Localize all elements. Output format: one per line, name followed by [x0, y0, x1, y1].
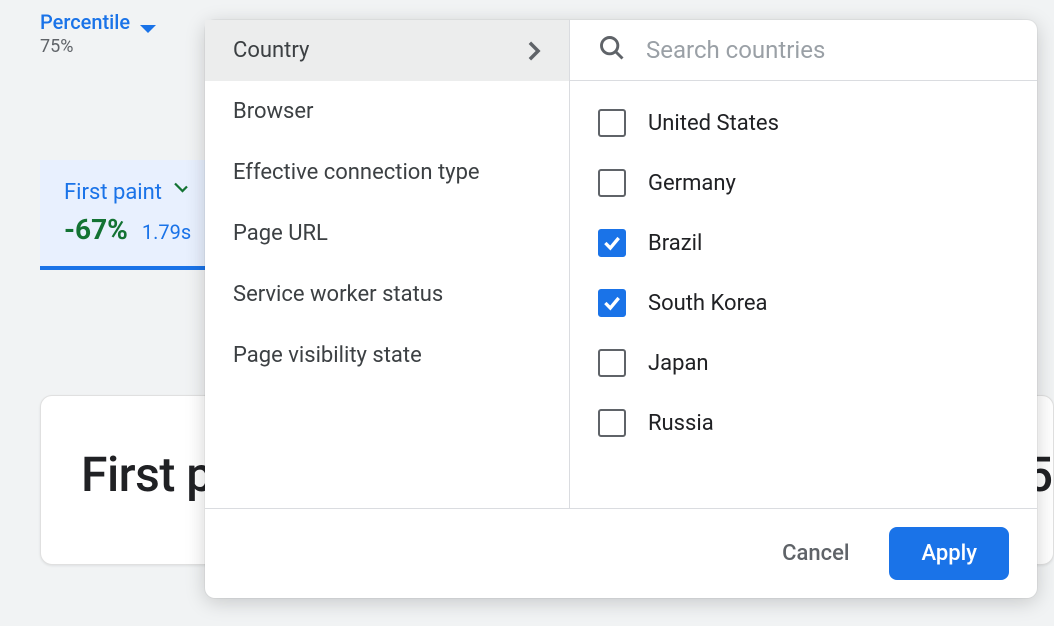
option-russia[interactable]: Russia: [570, 393, 1037, 453]
checkbox-icon[interactable]: [598, 229, 626, 257]
option-united-states[interactable]: United States: [570, 93, 1037, 153]
section-title: First p: [81, 446, 213, 503]
filter-footer: Cancel Apply: [205, 508, 1037, 598]
filter-body: Country Browser Effective connection typ…: [205, 20, 1037, 508]
chevron-right-icon: [527, 40, 541, 62]
filter-category-list: Country Browser Effective connection typ…: [205, 20, 570, 508]
filter-category-label: Page visibility state: [233, 343, 422, 368]
option-label: Brazil: [648, 231, 702, 256]
filter-category-ect[interactable]: Effective connection type: [205, 142, 569, 203]
filter-options-panel: United States Germany Brazil: [570, 20, 1037, 508]
apply-button[interactable]: Apply: [889, 527, 1009, 580]
filter-category-country[interactable]: Country: [205, 20, 569, 81]
metric-delta: -67%: [64, 213, 128, 246]
option-label: Germany: [648, 171, 736, 196]
option-germany[interactable]: Germany: [570, 153, 1037, 213]
filter-category-browser[interactable]: Browser: [205, 81, 569, 142]
dropdown-arrow-icon[interactable]: [140, 25, 156, 33]
options-scroll[interactable]: United States Germany Brazil: [570, 81, 1037, 508]
filter-category-label: Service worker status: [233, 282, 443, 307]
filter-category-label: Browser: [233, 99, 314, 124]
option-brazil[interactable]: Brazil: [570, 213, 1037, 273]
filter-category-label: Country: [233, 38, 309, 63]
metric-title: First paint: [64, 180, 162, 205]
checkbox-icon[interactable]: [598, 109, 626, 137]
option-south-korea[interactable]: South Korea: [570, 273, 1037, 333]
option-label: United States: [648, 111, 779, 136]
option-label: Russia: [648, 411, 714, 436]
trend-down-icon: [172, 179, 190, 201]
checkbox-icon[interactable]: [598, 289, 626, 317]
checkbox-icon[interactable]: [598, 169, 626, 197]
filter-category-label: Effective connection type: [233, 160, 480, 185]
checkbox-icon[interactable]: [598, 409, 626, 437]
filter-popover: Country Browser Effective connection typ…: [205, 20, 1037, 598]
option-label: Japan: [648, 351, 709, 376]
search-row: [570, 20, 1037, 81]
filter-category-visibility[interactable]: Page visibility state: [205, 325, 569, 386]
cancel-button[interactable]: Cancel: [770, 531, 861, 576]
filter-category-sw-status[interactable]: Service worker status: [205, 264, 569, 325]
percentile-value: 75%: [40, 36, 130, 57]
metric-time: 1.79s: [142, 220, 191, 244]
filter-category-page-url[interactable]: Page URL: [205, 203, 569, 264]
percentile-selector[interactable]: Percentile 75%: [40, 10, 130, 57]
percentile-label: Percentile: [40, 10, 130, 34]
search-input[interactable]: [646, 36, 1009, 64]
filter-category-label: Page URL: [233, 221, 328, 246]
option-label: South Korea: [648, 291, 767, 316]
checkbox-icon[interactable]: [598, 349, 626, 377]
search-icon: [598, 34, 626, 66]
option-japan[interactable]: Japan: [570, 333, 1037, 393]
